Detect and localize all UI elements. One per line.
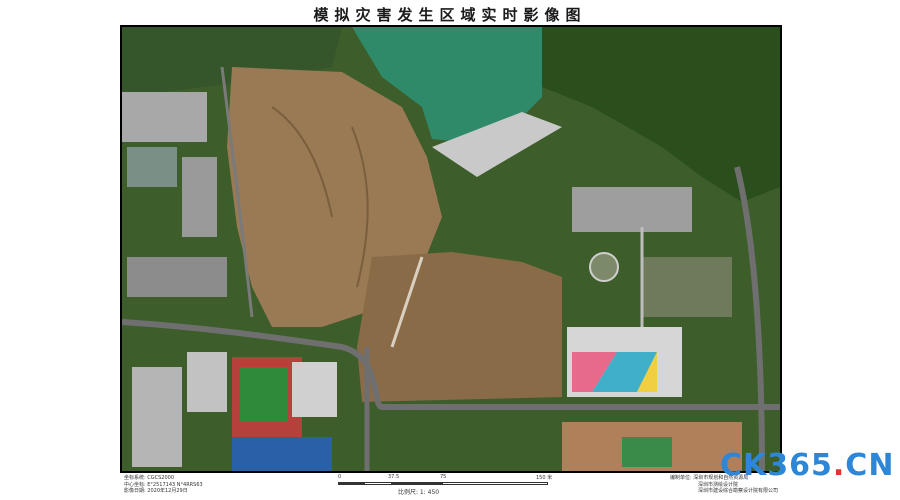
scale-tick-label: 150 米: [536, 475, 553, 481]
metadata-left: 坐标系统: CGCS2000 中心坐标: E°2517143 N°4RRS63 …: [124, 475, 203, 495]
building: [132, 367, 182, 467]
roundabout-garden: [589, 252, 619, 282]
building: [127, 147, 177, 187]
watermark-logo: CK365.CN: [720, 448, 894, 483]
aerial-image-svg: [122, 27, 780, 471]
scale-tick-label: 37.5: [388, 474, 400, 480]
bare-slope-area: [357, 252, 562, 402]
building: [292, 362, 337, 417]
building: [182, 157, 217, 237]
building: [127, 257, 227, 297]
watermark-text: CN: [845, 448, 895, 483]
plaza: [642, 257, 732, 317]
scale-tick-label: 75: [440, 474, 447, 480]
soccer-pitch: [240, 367, 288, 422]
building: [122, 92, 207, 142]
aerial-image[interactable]: [120, 25, 782, 473]
watermark-text: CK365: [720, 448, 833, 483]
building: [187, 352, 227, 412]
construction-netting: [622, 437, 672, 467]
scale-bar: 0 37.5 75 150 米 比例尺: 1: 450: [338, 474, 558, 496]
image-date: 影像日期: 2020年12月29日: [124, 488, 188, 494]
publisher-3: 深圳市建设综合勘察设计院有限公司: [697, 488, 778, 494]
scale-tick-label: 0: [338, 474, 342, 480]
watermark-dot: .: [832, 448, 846, 483]
scale-segment: [339, 483, 365, 484]
map-title: 模拟灾害发生区域实时影像图: [313, 6, 587, 24]
map-footer: 坐标系统: CGCS2000 中心坐标: E°2517143 N°4RRS63 …: [120, 473, 782, 500]
scale-ticks: 0 37.5 75 150 米: [338, 474, 558, 481]
scale-ratio: 比例尺: 1: 450: [398, 489, 440, 496]
parking-lot: [572, 187, 692, 232]
scale-line: [338, 482, 548, 485]
scale-segment: [391, 483, 443, 484]
tennis-courts: [232, 437, 332, 471]
